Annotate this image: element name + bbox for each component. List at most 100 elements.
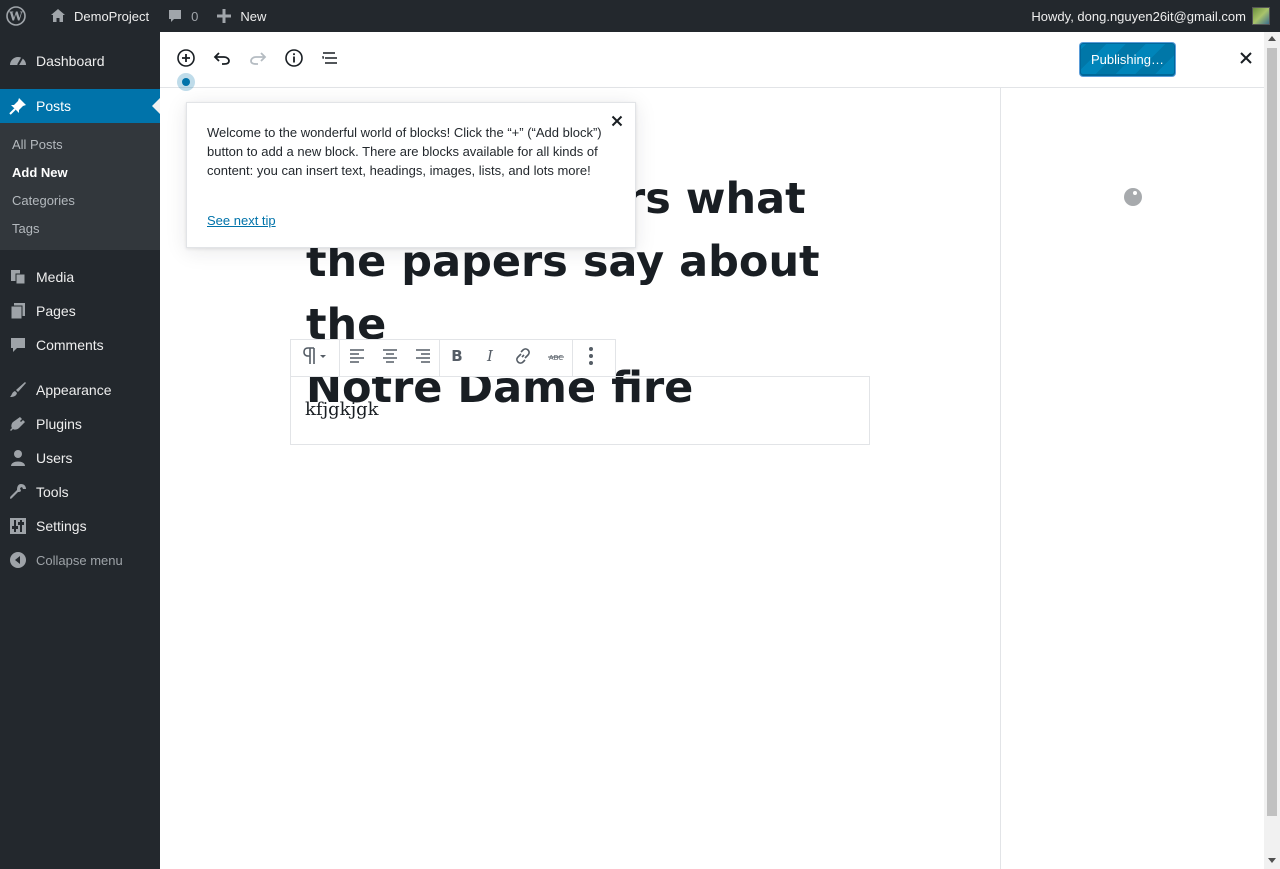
sidebar-item-label: Pages: [36, 303, 76, 319]
block-navigation-button[interactable]: [316, 46, 344, 74]
bold-button[interactable]: B: [440, 340, 473, 376]
add-block-icon: [176, 48, 196, 73]
plug-icon: [8, 414, 28, 434]
close-icon: [611, 114, 623, 132]
admin-bar: W DemoProject 0 New Howdy, dong.nguyen26…: [0, 0, 1280, 32]
sidebar-item-media[interactable]: Media: [0, 260, 160, 294]
formatting-group: B I ABC: [440, 340, 573, 376]
site-name-link[interactable]: DemoProject: [40, 0, 157, 32]
wp-logo-menu[interactable]: W: [0, 0, 40, 32]
sidebar-item-label: Tools: [36, 484, 69, 500]
alignment-group: [340, 340, 440, 376]
scroll-up-arrow-icon[interactable]: [1268, 36, 1276, 41]
italic-icon: I: [483, 347, 497, 369]
svg-text:I: I: [486, 348, 494, 364]
scroll-down-arrow-icon[interactable]: [1268, 858, 1276, 863]
sidebar-item-posts[interactable]: Posts: [0, 89, 160, 123]
dashboard-icon: [8, 51, 28, 71]
block-switcher-button[interactable]: [291, 340, 339, 376]
link-button[interactable]: [506, 340, 539, 376]
collapse-menu-button[interactable]: Collapse menu: [0, 543, 160, 577]
settings-icon: [8, 516, 28, 536]
pages-icon: [8, 301, 28, 321]
sidebar-item-label: Comments: [36, 337, 104, 353]
wrench-icon: [8, 482, 28, 502]
italic-button[interactable]: I: [473, 340, 506, 376]
content-structure-button[interactable]: [280, 46, 308, 74]
align-left-button[interactable]: [340, 340, 373, 376]
svg-text:W: W: [8, 10, 23, 24]
undo-button[interactable]: [208, 46, 236, 74]
close-settings-button[interactable]: [1234, 48, 1258, 72]
sidebar-item-label: Settings: [36, 518, 87, 534]
site-name: DemoProject: [74, 8, 150, 24]
more-vertical-icon: [588, 346, 594, 371]
sidebar-item-tools[interactable]: Tools: [0, 475, 160, 509]
redo-icon: [248, 48, 268, 73]
sidebar-item-label: Plugins: [36, 416, 82, 432]
settings-sidebar: [1000, 88, 1264, 869]
list-view-icon: [320, 48, 340, 73]
align-right-icon: [415, 348, 431, 368]
sidebar-item-plugins[interactable]: Plugins: [0, 407, 160, 441]
welcome-tip-popover: Welcome to the wonderful world of blocks…: [186, 102, 636, 248]
strikethrough-icon: ABC: [547, 349, 565, 367]
sidebar-item-dashboard[interactable]: Dashboard: [0, 44, 160, 78]
align-left-icon: [349, 348, 365, 368]
see-next-tip-link[interactable]: See next tip: [207, 213, 276, 228]
loading-spinner: [1124, 188, 1142, 206]
plus-icon: [214, 6, 234, 26]
howdy-text: Howdy, dong.nguyen26it@gmail.com: [1031, 8, 1246, 24]
submenu-categories[interactable]: Categories: [0, 186, 160, 214]
scroll-thumb[interactable]: [1267, 48, 1277, 816]
sidebar-item-appearance[interactable]: Appearance: [0, 373, 160, 407]
block-toolbar: B I ABC: [290, 339, 616, 377]
sidebar-item-label: Users: [36, 450, 73, 466]
my-account-menu[interactable]: Howdy, dong.nguyen26it@gmail.com: [1023, 0, 1280, 32]
home-icon: [48, 6, 68, 26]
link-icon: [514, 347, 532, 370]
posts-submenu: All Posts Add New Categories Tags: [0, 123, 160, 250]
tip-beacon[interactable]: [177, 73, 195, 91]
sidebar-item-users[interactable]: Users: [0, 441, 160, 475]
brush-icon: [8, 380, 28, 400]
collapse-menu-label: Collapse menu: [36, 552, 123, 568]
sidebar-item-comments[interactable]: Comments: [0, 328, 160, 362]
add-block-button[interactable]: [172, 46, 200, 74]
scrollbar[interactable]: [1264, 32, 1280, 869]
sidebar-item-settings[interactable]: Settings: [0, 509, 160, 543]
sidebar-item-label: Posts: [36, 98, 72, 114]
svg-text:B: B: [451, 348, 462, 364]
sidebar-item-label: Media: [36, 269, 75, 285]
strikethrough-button[interactable]: ABC: [539, 340, 572, 376]
tip-text: Welcome to the wonderful world of blocks…: [207, 125, 602, 178]
admin-sidebar: Dashboard Posts All Posts Add New Catego…: [0, 32, 160, 869]
collapse-arrow-icon: [8, 550, 28, 570]
media-icon: [8, 267, 28, 287]
align-center-button[interactable]: [373, 340, 406, 376]
bold-icon: B: [450, 347, 464, 369]
new-content-menu[interactable]: New: [206, 0, 274, 32]
tip-close-button[interactable]: [607, 113, 627, 133]
editor-header: Publishing…: [160, 32, 1264, 88]
new-label: New: [240, 8, 267, 24]
align-right-button[interactable]: [406, 340, 439, 376]
block-switcher-group: [291, 340, 340, 376]
submenu-add-new[interactable]: Add New: [0, 158, 160, 186]
comments-icon: [8, 335, 28, 355]
close-icon: [1239, 51, 1253, 70]
sidebar-item-pages[interactable]: Pages: [0, 294, 160, 328]
more-options-group: [573, 340, 609, 376]
paragraph-icon: [302, 346, 328, 371]
more-options-button[interactable]: [573, 340, 609, 376]
publish-button[interactable]: Publishing…: [1080, 43, 1175, 76]
redo-button[interactable]: [244, 46, 272, 74]
comments-count: 0: [191, 8, 199, 24]
comments-link[interactable]: 0: [157, 0, 206, 32]
submenu-all-posts[interactable]: All Posts: [0, 130, 160, 158]
paragraph-block[interactable]: kfjgkjgk: [290, 376, 870, 445]
submenu-tags[interactable]: Tags: [0, 214, 160, 242]
comment-icon: [165, 6, 185, 26]
undo-icon: [212, 48, 232, 73]
sidebar-item-label: Dashboard: [36, 53, 105, 69]
